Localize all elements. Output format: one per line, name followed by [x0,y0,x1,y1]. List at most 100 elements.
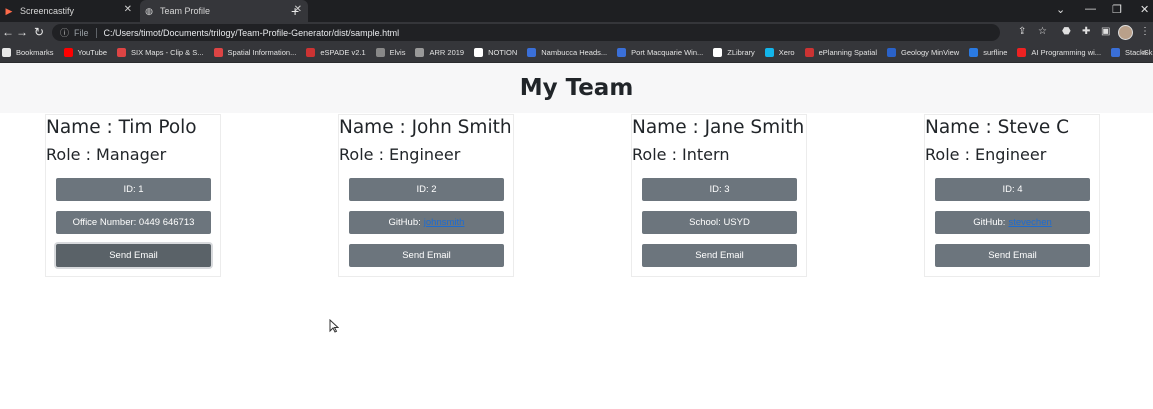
send-email-button[interactable]: Send Email [56,244,211,267]
employee-role: Role : Intern [632,145,730,164]
bookmark-star-icon[interactable]: ☆ [1038,26,1047,37]
bookmark-label: StackSkills [1125,48,1153,57]
bookmark-label: YouTube [77,48,107,57]
tab-title: Screencastify [20,6,75,16]
browser-toolbar: ← → ↻ ⓘ File C:/Users/timot/Documents/tr… [0,22,1153,43]
send-email-button[interactable]: Send Email [349,244,504,267]
address-bar[interactable]: ⓘ File C:/Users/timot/Documents/trilogy/… [52,24,1000,41]
bookmark-label: Port Macquarie Win... [631,48,704,57]
bookmark-item[interactable]: Bookmarks [2,48,54,57]
employee-card-manager: Name : Tim Polo Role : Manager ID: 1 Off… [45,114,221,277]
puzzle-icon[interactable]: ✚ [1082,26,1090,37]
close-tab-icon[interactable]: ✕ [124,4,132,15]
bookmark-label: Bookmarks [16,48,54,57]
back-icon[interactable]: ← [2,25,14,39]
bookmark-item[interactable]: Nambucca Heads... [527,48,607,57]
bookmark-label: ARR 2019 [429,48,465,57]
employee-name: Name : Steve C [925,117,1070,138]
bookmark-favicon-icon [375,48,385,57]
tab-screencastify[interactable]: ▶ Screencastify ✕ [0,0,138,22]
page-viewport: My Team Name : Tim Polo Role : Manager I… [0,63,1153,409]
bookmark-label: AI Programming wi... [1031,48,1102,57]
bookmarks-bar: Bookmarks YouTube SIX Maps - Clip & S... Sp… [0,43,1153,63]
bookmark-label: Geology MinView [901,48,960,57]
bookmark-label: NOTION [488,48,518,57]
employee-id-badge: ID: 4 [935,178,1090,201]
bookmark-item[interactable]: ePlanning Spatial [804,48,877,57]
bookmark-label: Spatial Information... [227,48,297,57]
share-icon[interactable]: ⇪ [1018,26,1026,37]
bookmark-item[interactable]: eSPADE v2.1 [306,48,366,57]
bookmark-favicon-icon [617,48,627,57]
bookmark-item[interactable]: YouTube [63,48,107,57]
bookmark-item[interactable]: ARR 2019 [415,48,464,57]
bookmark-label: Elvis [389,48,406,57]
bookmark-item[interactable]: SIX Maps - Clip & S... [117,48,204,57]
employee-name: Name : Tim Polo [46,117,197,138]
bookmark-item[interactable]: AI Programming wi... [1017,48,1101,57]
bookmark-favicon-icon [306,48,316,57]
office-number-badge: Office Number: 0449 646713 [56,211,211,234]
bookmark-favicon-icon [1017,48,1027,57]
bookmark-favicon-icon [1111,48,1121,57]
bookmark-item[interactable]: NOTION [474,48,517,57]
bookmark-favicon-icon [887,48,896,57]
bookmark-label: ePlanning Spatial [818,48,877,57]
bookmark-label: Xero [778,48,795,57]
profile-avatar[interactable] [1118,25,1133,40]
new-tab-icon[interactable]: + [291,3,299,19]
minimize-icon[interactable]: — [1085,3,1096,15]
header-banner: My Team [0,63,1153,113]
bookmark-label: Nambucca Heads... [541,48,608,57]
sidebar-icon[interactable]: ▣ [1101,26,1110,37]
bookmark-item[interactable]: Spatial Information... [213,48,297,57]
github-link[interactable]: johnsmith [424,217,465,228]
page-title: My Team [519,75,634,101]
info-icon[interactable]: ⓘ [60,26,69,39]
bookmark-item[interactable]: Port Macquarie Win... [617,48,703,57]
bookmark-favicon-icon [117,48,126,57]
tab-title: Team Profile [160,6,211,16]
bookmark-item[interactable]: Xero [764,48,795,57]
employee-name: Name : John Smith [339,117,512,138]
bookmark-favicon-icon [63,48,73,57]
globe-icon: ◍ [145,6,153,16]
tab-team-profile[interactable]: ◍ Team Profile ✕ [140,0,308,22]
tab-search-icon[interactable]: ⌄ [1056,3,1065,16]
bookmark-label: surfline [983,48,1008,57]
menu-icon[interactable]: ⋮ [1140,26,1150,37]
bookmark-item[interactable]: surfline [969,48,1007,57]
bookmark-item[interactable]: Geology MinView [887,48,959,57]
extension-icon[interactable]: ⬣ [1062,26,1071,37]
bookmark-favicon-icon [474,48,484,57]
restore-icon[interactable]: ❐ [1112,3,1122,16]
forward-icon[interactable]: → [16,25,28,39]
github-badge: GitHub: stevechen [935,211,1090,234]
bookmark-item[interactable]: ZLibrary [713,48,755,57]
github-link[interactable]: stevechen [1008,217,1051,228]
reload-icon[interactable]: ↻ [34,25,44,39]
employee-card-engineer: Name : Steve C Role : Engineer ID: 4 Git… [924,114,1100,277]
bookmark-label: SIX Maps - Clip & S... [131,48,204,57]
send-email-button[interactable]: Send Email [935,244,1090,267]
bookmark-favicon-icon [527,48,537,57]
url-text[interactable]: C:/Users/timot/Documents/trilogy/Team-Pr… [104,28,400,38]
employee-role: Role : Manager [46,145,167,164]
send-email-button[interactable]: Send Email [642,244,797,267]
bookmark-item[interactable]: Elvis [375,48,406,57]
bookmark-favicon-icon [2,48,11,57]
bookmark-favicon-icon [969,48,979,57]
github-badge: GitHub: johnsmith [349,211,504,234]
close-window-icon[interactable]: ✕ [1140,3,1149,16]
screencastify-icon: ▶ [5,6,13,16]
bookmark-favicon-icon [764,48,774,57]
bookmark-label: eSPADE v2.1 [320,48,366,57]
bookmark-favicon-icon [213,48,223,57]
employee-id-badge: ID: 2 [349,178,504,201]
bookmark-favicon-icon [804,48,814,57]
github-label: GitHub: [388,217,421,228]
employee-card-intern: Name : Jane Smith Role : Intern ID: 3 Sc… [631,114,807,277]
employee-name: Name : Jane Smith [632,117,805,138]
more-bookmarks-icon[interactable]: » [1142,47,1147,57]
employee-id-badge: ID: 1 [56,178,211,201]
